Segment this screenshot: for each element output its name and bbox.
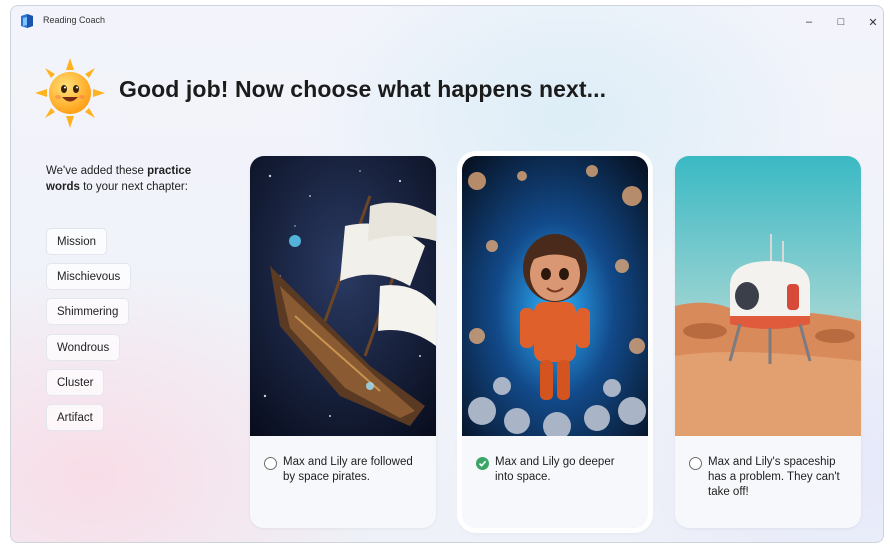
- close-icon: ✕: [868, 16, 878, 29]
- choice-caption: Max and Lily go deeper into space.: [462, 436, 648, 528]
- story-choice-card-3[interactable]: Max and Lily's spaceship has a problem. …: [675, 156, 861, 528]
- title-bar: Reading Coach – □ ✕: [11, 6, 883, 36]
- spaceship-on-mars-illustration: [675, 156, 861, 436]
- choice-text: Max and Lily go deeper into space.: [495, 456, 615, 483]
- minimize-button[interactable]: –: [794, 11, 824, 33]
- practice-word-chip: Artifact: [46, 404, 104, 431]
- radio-checked-icon[interactable]: [476, 457, 489, 470]
- maximize-button[interactable]: □: [826, 11, 856, 33]
- sun-mascot-icon: [35, 58, 105, 128]
- story-choice-card-2[interactable]: Max and Lily go deeper into space.: [462, 156, 648, 528]
- astronaut-child-illustration: [462, 156, 648, 436]
- choice-caption: Max and Lily's spaceship has a problem. …: [675, 436, 861, 528]
- choice-text: Max and Lily's spaceship has a problem. …: [708, 456, 840, 498]
- practice-word-chip: Mischievous: [46, 263, 132, 290]
- app-title: Reading Coach: [43, 15, 106, 25]
- checkmark-icon: [478, 460, 487, 467]
- choice-caption: Max and Lily are followed by space pirat…: [250, 436, 436, 528]
- book-icon: [21, 14, 33, 28]
- practice-word-chip: Wondrous: [46, 334, 121, 361]
- close-button[interactable]: ✕: [858, 11, 883, 33]
- radio-unchecked-icon[interactable]: [689, 457, 702, 470]
- page-title: Good job! Now choose what happens next..…: [119, 76, 607, 102]
- reading-coach-window: Reading Coach – □ ✕ Good job! Now choose…: [10, 5, 884, 543]
- radio-unchecked-icon[interactable]: [264, 457, 277, 470]
- practice-word-chip: Cluster: [46, 369, 105, 396]
- practice-word-chip: Mission: [46, 228, 107, 255]
- maximize-icon: □: [837, 16, 845, 28]
- pirate-ship-illustration: [250, 156, 436, 436]
- minimize-icon: –: [805, 16, 813, 28]
- story-choice-card-1[interactable]: Max and Lily are followed by space pirat…: [250, 156, 436, 528]
- practice-words-intro: We've added these practice words to your …: [46, 165, 192, 193]
- choice-text: Max and Lily are followed by space pirat…: [283, 456, 413, 483]
- practice-word-chip: Shimmering: [46, 298, 130, 325]
